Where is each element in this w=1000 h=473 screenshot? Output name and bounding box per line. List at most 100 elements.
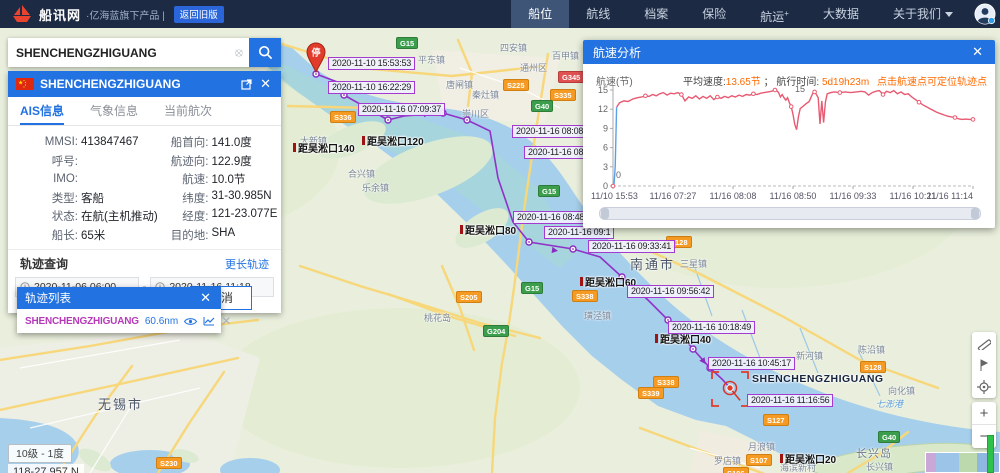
- locate-crosshair-icon[interactable]: [972, 376, 996, 398]
- remove-track-icon[interactable]: ✕: [221, 314, 231, 328]
- svg-text:6: 6: [603, 143, 608, 153]
- ship-search-bar: ⦻: [8, 38, 281, 67]
- tab-current-voyage[interactable]: 当前航次: [164, 97, 212, 125]
- cursor-coordinates: 118-27.957 N: [8, 464, 84, 473]
- track-time-label[interactable]: 2020-11-10 15:53:53: [328, 57, 415, 70]
- brand[interactable]: 船讯网 ·亿海蓝旗下产品 | 返回旧版: [0, 5, 224, 24]
- track-time-label[interactable]: 2020-11-16 07:09:37: [358, 103, 445, 116]
- track-list-item: SHENCHENGZHIGUANG 60.6nm ✕: [17, 309, 221, 333]
- track-distance: 60.6nm: [145, 316, 178, 327]
- distance-marker-label: 距吴淞口120: [362, 133, 424, 148]
- search-icon: [258, 45, 273, 60]
- svg-text:★: ★: [18, 80, 23, 87]
- external-link-icon[interactable]: [241, 79, 252, 90]
- nav-item-4[interactable]: 保险: [685, 0, 743, 28]
- field-value: [78, 153, 81, 169]
- chevron-down-icon: [945, 12, 953, 17]
- distance-marker-label: 距吴淞口80: [460, 222, 516, 237]
- tab-ais-info[interactable]: AIS信息: [20, 97, 64, 125]
- ship-panel-title: SHENCHENGZHIGUANG: [40, 77, 235, 91]
- minimap-handle[interactable]: [987, 435, 994, 473]
- field-label: 呼号:: [14, 153, 78, 169]
- tab-weather-info[interactable]: 气象信息: [90, 97, 138, 125]
- speed-line-chart[interactable]: 0369121511/10 15:5311/16 07:2711/16 08:0…: [591, 82, 987, 204]
- svg-text:0: 0: [616, 170, 621, 180]
- measure-ruler-icon[interactable]: [972, 332, 996, 354]
- svg-text:9: 9: [603, 123, 608, 133]
- ship-panel-tabs: AIS信息 气象信息 当前航次: [8, 97, 281, 126]
- svg-text:11/16 07:27: 11/16 07:27: [650, 191, 697, 201]
- field-value: 65米: [78, 227, 105, 243]
- clear-search-icon[interactable]: ⦻: [229, 38, 249, 67]
- ais-field-row: MMSI:413847467 船首向:141.0度: [14, 133, 275, 152]
- field-value: 客船: [78, 190, 104, 206]
- nav-item-6[interactable]: 大数据: [806, 0, 876, 28]
- longer-track-link[interactable]: 更长轨迹: [225, 256, 269, 272]
- ais-field-row: 船长:65米目的地:SHA: [14, 226, 275, 245]
- field-label: MMSI:: [14, 136, 78, 148]
- field-label: 船长:: [14, 227, 78, 243]
- top-navbar: 船讯网 ·亿海蓝旗下产品 | 返回旧版 船位航线档案保险航运+大数据关于我们: [0, 0, 1000, 28]
- svg-text:12: 12: [598, 104, 608, 114]
- nav-item-7[interactable]: 关于我们: [876, 0, 970, 28]
- visibility-icon[interactable]: [184, 317, 197, 326]
- svg-text:15: 15: [598, 85, 608, 95]
- ais-field-row: 状态:在航(主机推动)经度:121-23.077E: [14, 207, 275, 226]
- ais-field-row: IMO:航速:10.0节: [14, 170, 275, 189]
- nav-item-5[interactable]: 航运+: [743, 0, 806, 28]
- field-label: 船首向:: [145, 134, 209, 150]
- speed-chart-icon[interactable]: [203, 316, 215, 326]
- field-label: 类型:: [14, 190, 78, 206]
- ais-field-row: 呼号:航迹向:122.9度: [14, 152, 275, 171]
- ship-info-panel: ★ SHENCHENGZHIGUANG ✕ AIS信息 气象信息 当前航次 MM…: [8, 71, 281, 313]
- field-value: 141.0度: [209, 134, 252, 150]
- svg-text:11/16 08:08: 11/16 08:08: [710, 191, 757, 201]
- track-start-pin-icon: 停: [305, 41, 327, 75]
- track-time-label[interactable]: 2020-11-16 10:45:17: [708, 357, 795, 370]
- field-value: 121-23.077E: [209, 208, 278, 224]
- user-avatar[interactable]: [974, 3, 996, 25]
- field-label: 纬度:: [145, 190, 209, 206]
- close-track-list-icon[interactable]: ✕: [198, 290, 213, 306]
- field-value: 413847467: [78, 136, 139, 148]
- svg-text:11/16 09:33: 11/16 09:33: [830, 191, 877, 201]
- field-value: SHA: [209, 227, 236, 243]
- brand-subtitle: ·亿海蓝旗下产品 |: [86, 7, 165, 22]
- track-time-label[interactable]: 2020-11-16 11:16:56: [747, 394, 833, 407]
- track-ship-name[interactable]: SHENCHENGZHIGUANG: [25, 316, 139, 327]
- china-flag-icon: ★: [16, 78, 34, 90]
- nav-menu: 船位航线档案保险航运+大数据关于我们: [511, 0, 970, 28]
- shipxy-logo-icon: [10, 5, 34, 23]
- track-time-label[interactable]: 2020-11-16 10:18:49: [668, 321, 755, 334]
- nav-item-1[interactable]: 船位: [511, 0, 569, 28]
- scrollbar-right-handle[interactable]: [971, 208, 979, 219]
- svg-text:0: 0: [603, 181, 608, 191]
- svg-text:11/10 15:53: 11/10 15:53: [591, 191, 638, 201]
- ais-fields: MMSI:413847467船首向:141.0度呼号:航迹向:122.9度IMO…: [8, 126, 281, 244]
- brand-title: 船讯网: [39, 5, 81, 24]
- svg-text:停: 停: [311, 47, 320, 58]
- old-version-badge[interactable]: 返回旧版: [174, 6, 224, 23]
- track-time-label[interactable]: 2020-11-16 09:56:42: [627, 285, 714, 298]
- field-value: 122.9度: [209, 153, 252, 169]
- zoom-in-button[interactable]: +: [972, 402, 996, 425]
- field-value: 31-30.985N: [209, 190, 272, 206]
- track-time-label[interactable]: 2020-11-10 16:22:29: [328, 81, 415, 94]
- search-input[interactable]: [8, 38, 229, 67]
- field-label: IMO:: [14, 173, 78, 185]
- track-time-label[interactable]: 2020-11-16 09:33:41: [588, 240, 675, 253]
- svg-text:11/16 11:14: 11/16 11:14: [927, 191, 973, 201]
- bearing-flag-icon[interactable]: [972, 354, 996, 376]
- track-query-title: 轨迹查询: [20, 255, 68, 272]
- nav-item-3[interactable]: 档案: [627, 0, 685, 28]
- svg-text:3: 3: [603, 162, 608, 172]
- chart-range-scrollbar[interactable]: [599, 207, 981, 220]
- field-label: 状态:: [14, 208, 78, 224]
- field-label: 经度:: [145, 208, 209, 224]
- close-speed-panel-icon[interactable]: ✕: [970, 44, 985, 60]
- scrollbar-left-handle[interactable]: [601, 208, 609, 219]
- nav-item-2[interactable]: 航线: [569, 0, 627, 28]
- search-button[interactable]: [249, 38, 281, 67]
- speed-analysis-panel: 航速分析 ✕ 航速(节) 平均速度:13.65节 ； 航行时间: 5d19h23…: [583, 40, 995, 228]
- close-ship-panel-icon[interactable]: ✕: [258, 76, 273, 92]
